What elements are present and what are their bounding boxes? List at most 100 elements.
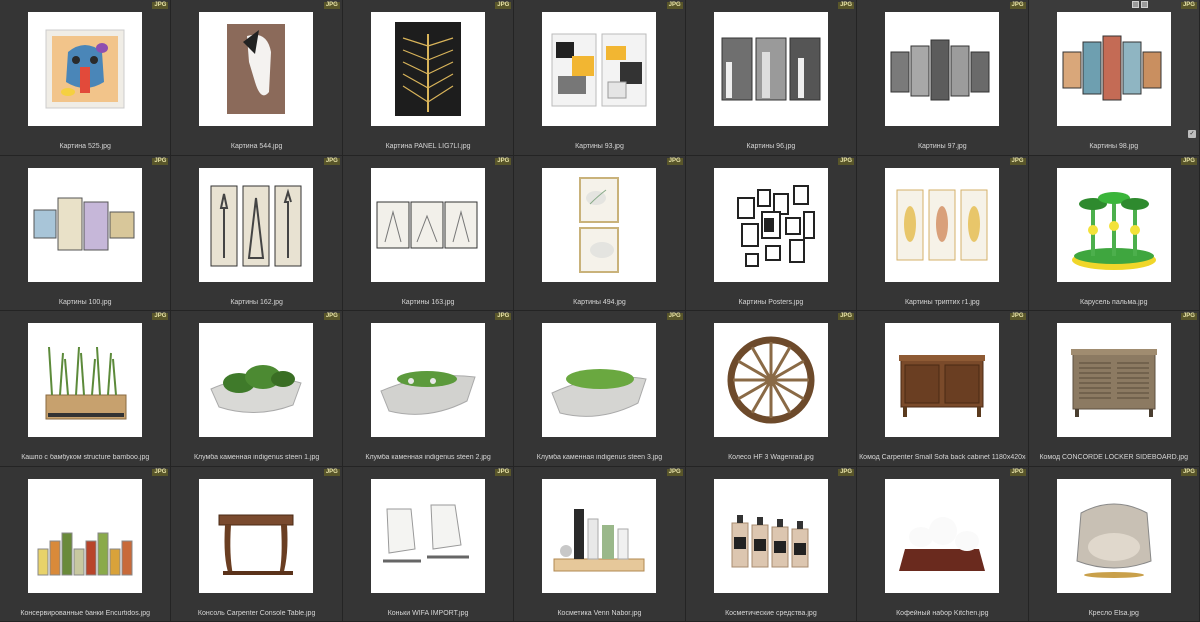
five-panel-color-thumbnail[interactable] <box>1056 12 1171 126</box>
abstract-diptych-thumbnail[interactable] <box>542 12 657 126</box>
edit-icon[interactable] <box>1140 1 1148 8</box>
thumbnail-cell[interactable]: JPG Кофейный набор Kitchen.jpg <box>857 466 1029 622</box>
thumbnail-cell[interactable]: JPG Картина 525.jpg <box>0 0 172 156</box>
file-type-badge: JPG <box>323 157 340 165</box>
file-type-badge: JPG <box>838 313 855 320</box>
elephant-painting-thumbnail[interactable] <box>28 12 142 126</box>
preserve-jars-thumbnail[interactable] <box>28 478 142 593</box>
thumbnail-cell[interactable]: JPG Коньки WIFA IMPORT.jpg <box>342 466 515 622</box>
file-name: Кофейный набор Kitchen.jpg <box>896 609 989 617</box>
thumbnail-cell[interactable]: JPG Картины 97.jpg <box>857 0 1029 156</box>
file-name: Колесо HF 3 Wagenrad.jpg <box>728 454 814 461</box>
file-type-badge: JPG <box>838 2 855 9</box>
stone-planter-3-thumbnail[interactable] <box>542 323 657 437</box>
thumbnail-cell[interactable]: JPG Картины 93.jpg <box>514 0 686 156</box>
four-panel-abstract-thumbnail[interactable] <box>28 167 142 282</box>
thumbnail-cell[interactable]: JPG Комод Carpenter Small Sofa back cabin… <box>857 311 1029 467</box>
file-type-badge: JPG <box>1009 2 1026 9</box>
towers-triptych-thumbnail[interactable] <box>199 167 314 282</box>
file-type-badge: JPG <box>1009 157 1026 165</box>
file-name: Картины 97.jpg <box>917 143 967 150</box>
select-checkbox[interactable]: ✓ <box>1187 130 1196 138</box>
file-name: Картины 96.jpg <box>746 143 796 150</box>
horse-painting-thumbnail[interactable] <box>199 12 314 126</box>
poster-wall-thumbnail[interactable] <box>713 167 828 282</box>
file-type-badge: JPG <box>323 313 340 320</box>
thumbnail-cell[interactable]: JPG Клумба каменная indigenus steen 3.jpg <box>514 311 686 467</box>
thumbnail-cell[interactable]: JPG Картина PANEL LIG7LI.jpg <box>342 0 515 156</box>
five-panel-gray-thumbnail[interactable] <box>885 12 1000 126</box>
armchair-thumbnail[interactable] <box>1056 478 1171 593</box>
file-name: Консоль Carpenter Console Table.jpg <box>197 609 316 617</box>
stone-planter-2-thumbnail[interactable] <box>370 323 485 437</box>
file-name: Картина 544.jpg <box>230 143 283 150</box>
thumbnail-cell[interactable]: JPG Картины триптих г1.jpg <box>857 155 1029 311</box>
file-type-badge: JPG <box>666 157 683 165</box>
thumbnail-cell[interactable]: JPG Клумба каменная indigenus steen 2.jpg <box>342 311 515 467</box>
palm-carousel-thumbnail[interactable] <box>1056 167 1171 282</box>
file-type-badge: JPG <box>1180 2 1197 9</box>
file-name: Картина 525.jpg <box>59 143 111 150</box>
file-type-badge: JPG <box>152 313 169 320</box>
file-name: Кашпо с бамбуком structure bamboo.jpg <box>21 454 150 461</box>
file-name: Консервированные банки Encurtidos.jpg <box>20 609 150 617</box>
file-type-badge: JPG <box>666 468 683 476</box>
file-type-badge: JPG <box>1180 468 1197 476</box>
file-type-badge: JPG <box>666 313 683 320</box>
flower-diptych-thumbnail[interactable] <box>542 167 657 282</box>
file-name: Картины 93.jpg <box>575 143 624 150</box>
file-type-badge: JPG <box>495 157 512 165</box>
file-type-badge: JPG <box>495 2 512 9</box>
file-name: Картина PANEL LIG7LI.jpg <box>385 143 471 150</box>
thumbnail-cell[interactable]: JPG Картины 163.jpg <box>342 155 515 311</box>
thumbnail-cell[interactable]: JPG Кашпо с бамбуком structure bamboo.jpg <box>0 311 172 467</box>
wagon-wheel-thumbnail[interactable] <box>713 323 828 437</box>
thumbnail-cell[interactable]: JPG Картина 544.jpg <box>171 0 343 156</box>
bamboo-planter-thumbnail[interactable] <box>28 323 142 437</box>
file-type-badge: JPG <box>838 157 855 165</box>
coffee-set-thumbnail[interactable] <box>885 478 1000 593</box>
file-name: Карусель пальма.jpg <box>1080 298 1148 306</box>
file-name: Картины 494.jpg <box>573 298 626 306</box>
file-name: Косметика Venn Nabor.jpg <box>557 609 642 617</box>
file-name: Картины Posters.jpg <box>738 298 804 306</box>
pump-bottles-thumbnail[interactable] <box>713 478 828 593</box>
thumbnail-cell[interactable]: JPG Картины 162.jpg <box>171 155 343 311</box>
thumbnail-cell[interactable]: JPG Карусель пальма.jpg <box>1028 155 1200 311</box>
file-name: Клумба каменная indigenus steen 1.jpg <box>193 454 320 461</box>
stone-planter-1-thumbnail[interactable] <box>199 323 314 437</box>
file-type-badge: JPG <box>495 468 512 476</box>
thumbnail-cell[interactable]: JPG Картины 494.jpg <box>514 155 686 311</box>
cosmetics-tray-thumbnail[interactable] <box>542 478 657 593</box>
console-table-thumbnail[interactable] <box>199 478 314 593</box>
carved-cabinet-thumbnail[interactable] <box>885 323 1000 437</box>
file-type-badge: JPG <box>1009 313 1026 320</box>
file-type-badge: JPG <box>152 157 169 165</box>
thumbnail-cell[interactable]: JPG Комод CONCORDE LOCKER SIDEBOARD.jpg <box>1028 311 1200 467</box>
louvered-sideboard-thumbnail[interactable] <box>1056 323 1171 437</box>
thumbnail-cell[interactable]: JPG Косметические средства.jpg <box>685 466 858 622</box>
city-triptych-thumbnail[interactable] <box>713 12 828 126</box>
thumbnail-cell[interactable]: JPG Консоль Carpenter Console Table.jpg <box>171 466 343 622</box>
file-type-badge: JPG <box>323 2 340 9</box>
thumbnail-cell[interactable]: JPG Картины Posters.jpg <box>685 155 858 311</box>
thumbnail-cell[interactable]: JPG Консервированные банки Encurtidos.jpg <box>0 466 172 622</box>
thumbnail-cell[interactable]: JPG Колесо HF 3 Wagenrad.jpg <box>685 311 858 467</box>
file-type-badge: JPG <box>323 468 340 476</box>
gold-tree-panel-thumbnail[interactable] <box>370 12 485 126</box>
open-icon[interactable] <box>1131 1 1139 8</box>
thumbnail-cell[interactable]: JPG Картины 100.jpg <box>0 155 172 311</box>
file-type-badge: JPG <box>495 313 512 320</box>
thumbnail-cell[interactable]: JPG Косметика Venn Nabor.jpg <box>514 466 686 622</box>
leaf-triptych-thumbnail[interactable] <box>885 167 1000 282</box>
thumbnail-cell[interactable]: JPG Клумба каменная indigenus steen 1.jpg <box>171 311 343 467</box>
file-name: Картины триптих г1.jpg <box>904 298 980 306</box>
sketch-triptych-thumbnail[interactable] <box>370 167 485 282</box>
file-name: Картины 100.jpg <box>58 298 112 306</box>
thumbnail-cell[interactable]: JPG Кресло Elsa.jpg <box>1028 466 1200 622</box>
thumbnail-cell[interactable]: JPG ✓ Картины 98.jpg <box>1028 0 1200 156</box>
file-name: Картины 163.jpg <box>401 298 455 306</box>
ice-skates-thumbnail[interactable] <box>370 478 485 593</box>
file-type-badge: JPG <box>1180 157 1197 165</box>
thumbnail-cell[interactable]: JPG Картины 96.jpg <box>685 0 858 156</box>
